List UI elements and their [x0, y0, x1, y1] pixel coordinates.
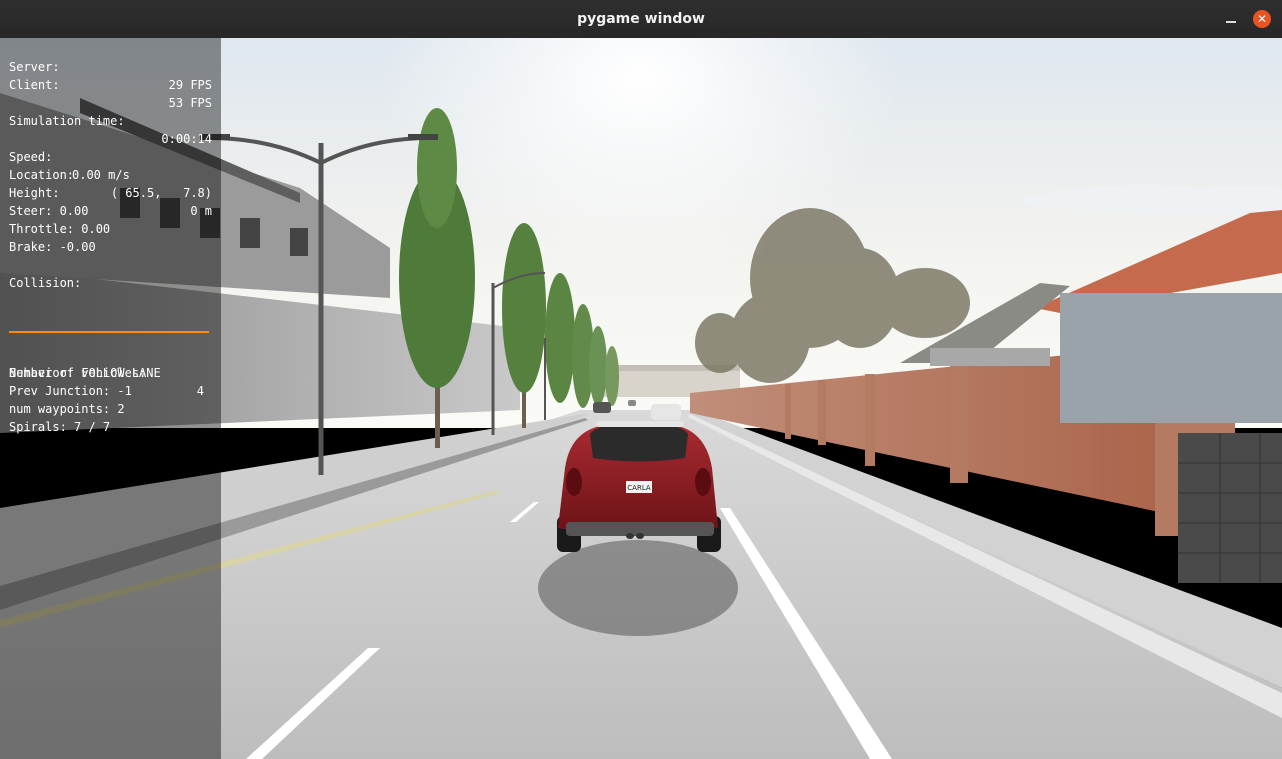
hud-server: Server: 29 FPS — [9, 40, 212, 92]
hud-brake: Brake: -0.00 — [9, 240, 96, 254]
distant-car — [651, 404, 681, 420]
hud-panel: Server: 29 FPS Client: 53 FPS Simulation… — [0, 38, 221, 759]
hud-vehicles: Number of vehicles: 4 — [9, 346, 212, 398]
license-plate: CARLA — [627, 484, 651, 492]
hud-steer: Steer: 0.00 — [9, 204, 89, 218]
ego-vehicle: CARLA — [557, 421, 721, 552]
close-icon[interactable]: ✕ — [1253, 10, 1271, 28]
distant-car — [593, 402, 611, 413]
house-wall — [1060, 293, 1282, 423]
hud-height: Height: 0 m — [9, 166, 212, 218]
minimize-icon[interactable] — [1222, 10, 1240, 28]
hud-sim-time: Simulation time: 0:00:14 — [9, 94, 212, 146]
hud-location: Location: ( 65.5, 7.8) — [9, 148, 212, 200]
server-fps: 29 FPS — [168, 78, 212, 92]
hud-num-waypoints: num waypoints: 2 — [9, 402, 125, 416]
location-value: ( 65.5, 7.8) — [110, 186, 212, 200]
car-shadow — [538, 540, 738, 636]
client-label: Client: — [9, 78, 60, 92]
dark-block — [1178, 433, 1282, 583]
hud-collision: Collision: — [9, 276, 82, 290]
hud-client: Client: 53 FPS — [9, 58, 212, 110]
title-bar[interactable]: pygame window ✕ — [0, 0, 1282, 39]
hud-behavior: Behavior: FOLLOW LANE — [9, 366, 161, 380]
pygame-window: pygame window ✕ CARLA Server: 29 FPS Cli… — [0, 0, 1282, 759]
sim-time-label: Simulation time: — [9, 114, 125, 128]
hud-spirals: Spirals: 7 / 7 — [9, 420, 111, 434]
collision-history-bar — [9, 331, 209, 333]
hud-throttle: Throttle: 0.00 — [9, 222, 111, 236]
hud-speed: Speed: 0.00 m/s — [9, 130, 212, 182]
window-title: pygame window — [577, 11, 705, 27]
height-label: Height: — [9, 186, 60, 200]
hud-prev-junction: Prev Junction: -1 — [9, 384, 132, 398]
